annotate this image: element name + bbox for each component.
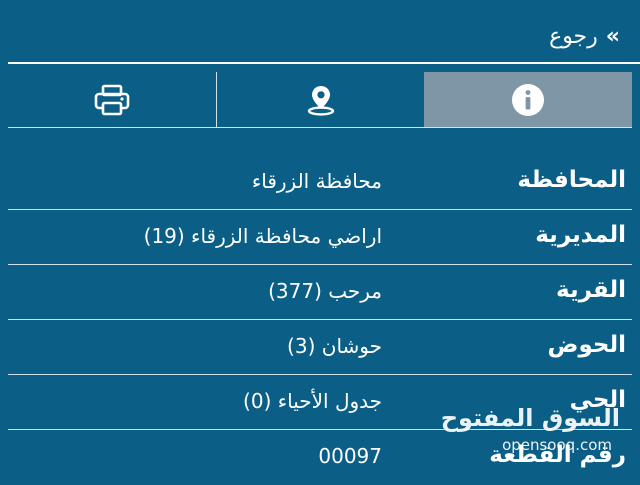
detail-label: الحوض: [547, 332, 626, 358]
tab-location[interactable]: [215, 72, 425, 128]
detail-row-village: القرية مرحب (377): [8, 265, 632, 320]
watermark-latin: opensooq.com: [502, 436, 612, 454]
detail-value: 00097: [318, 444, 382, 468]
back-button[interactable]: « رجوع: [549, 22, 620, 52]
back-label: رجوع: [549, 24, 598, 49]
tabs-divider: [8, 127, 632, 128]
tab-info[interactable]: [424, 72, 633, 128]
detail-value: جدول الأحياء (0): [243, 389, 382, 413]
location-pin-icon: [307, 86, 334, 116]
header-divider: [8, 62, 640, 64]
detail-label: المديرية: [535, 222, 626, 248]
detail-row-directorate: المديرية اراضي محافظة الزرقاء (19): [8, 210, 632, 265]
detail-value: حوشان (3): [287, 334, 382, 358]
detail-label: المحافظة: [517, 167, 626, 193]
detail-value: محافظة الزرقاء: [251, 169, 382, 193]
detail-label: القرية: [556, 277, 626, 303]
printer-icon: [94, 84, 130, 116]
detail-row-basin: الحوض حوشان (3): [8, 320, 632, 375]
info-icon: [512, 84, 545, 116]
tab-print[interactable]: [8, 72, 216, 128]
watermark-arabic: السوق المفتوح: [440, 404, 620, 432]
top-bar: « رجوع: [0, 0, 640, 62]
opensooq-watermark: السوق المفتوح opensooq.com: [441, 404, 620, 460]
double-chevron-left-icon: «: [605, 24, 620, 49]
detail-value: مرحب (377): [268, 279, 382, 303]
detail-value: اراضي محافظة الزرقاء (19): [143, 224, 382, 248]
tab-bar: [8, 72, 633, 128]
detail-row-governorate: المحافظة محافظة الزرقاء: [8, 155, 632, 210]
